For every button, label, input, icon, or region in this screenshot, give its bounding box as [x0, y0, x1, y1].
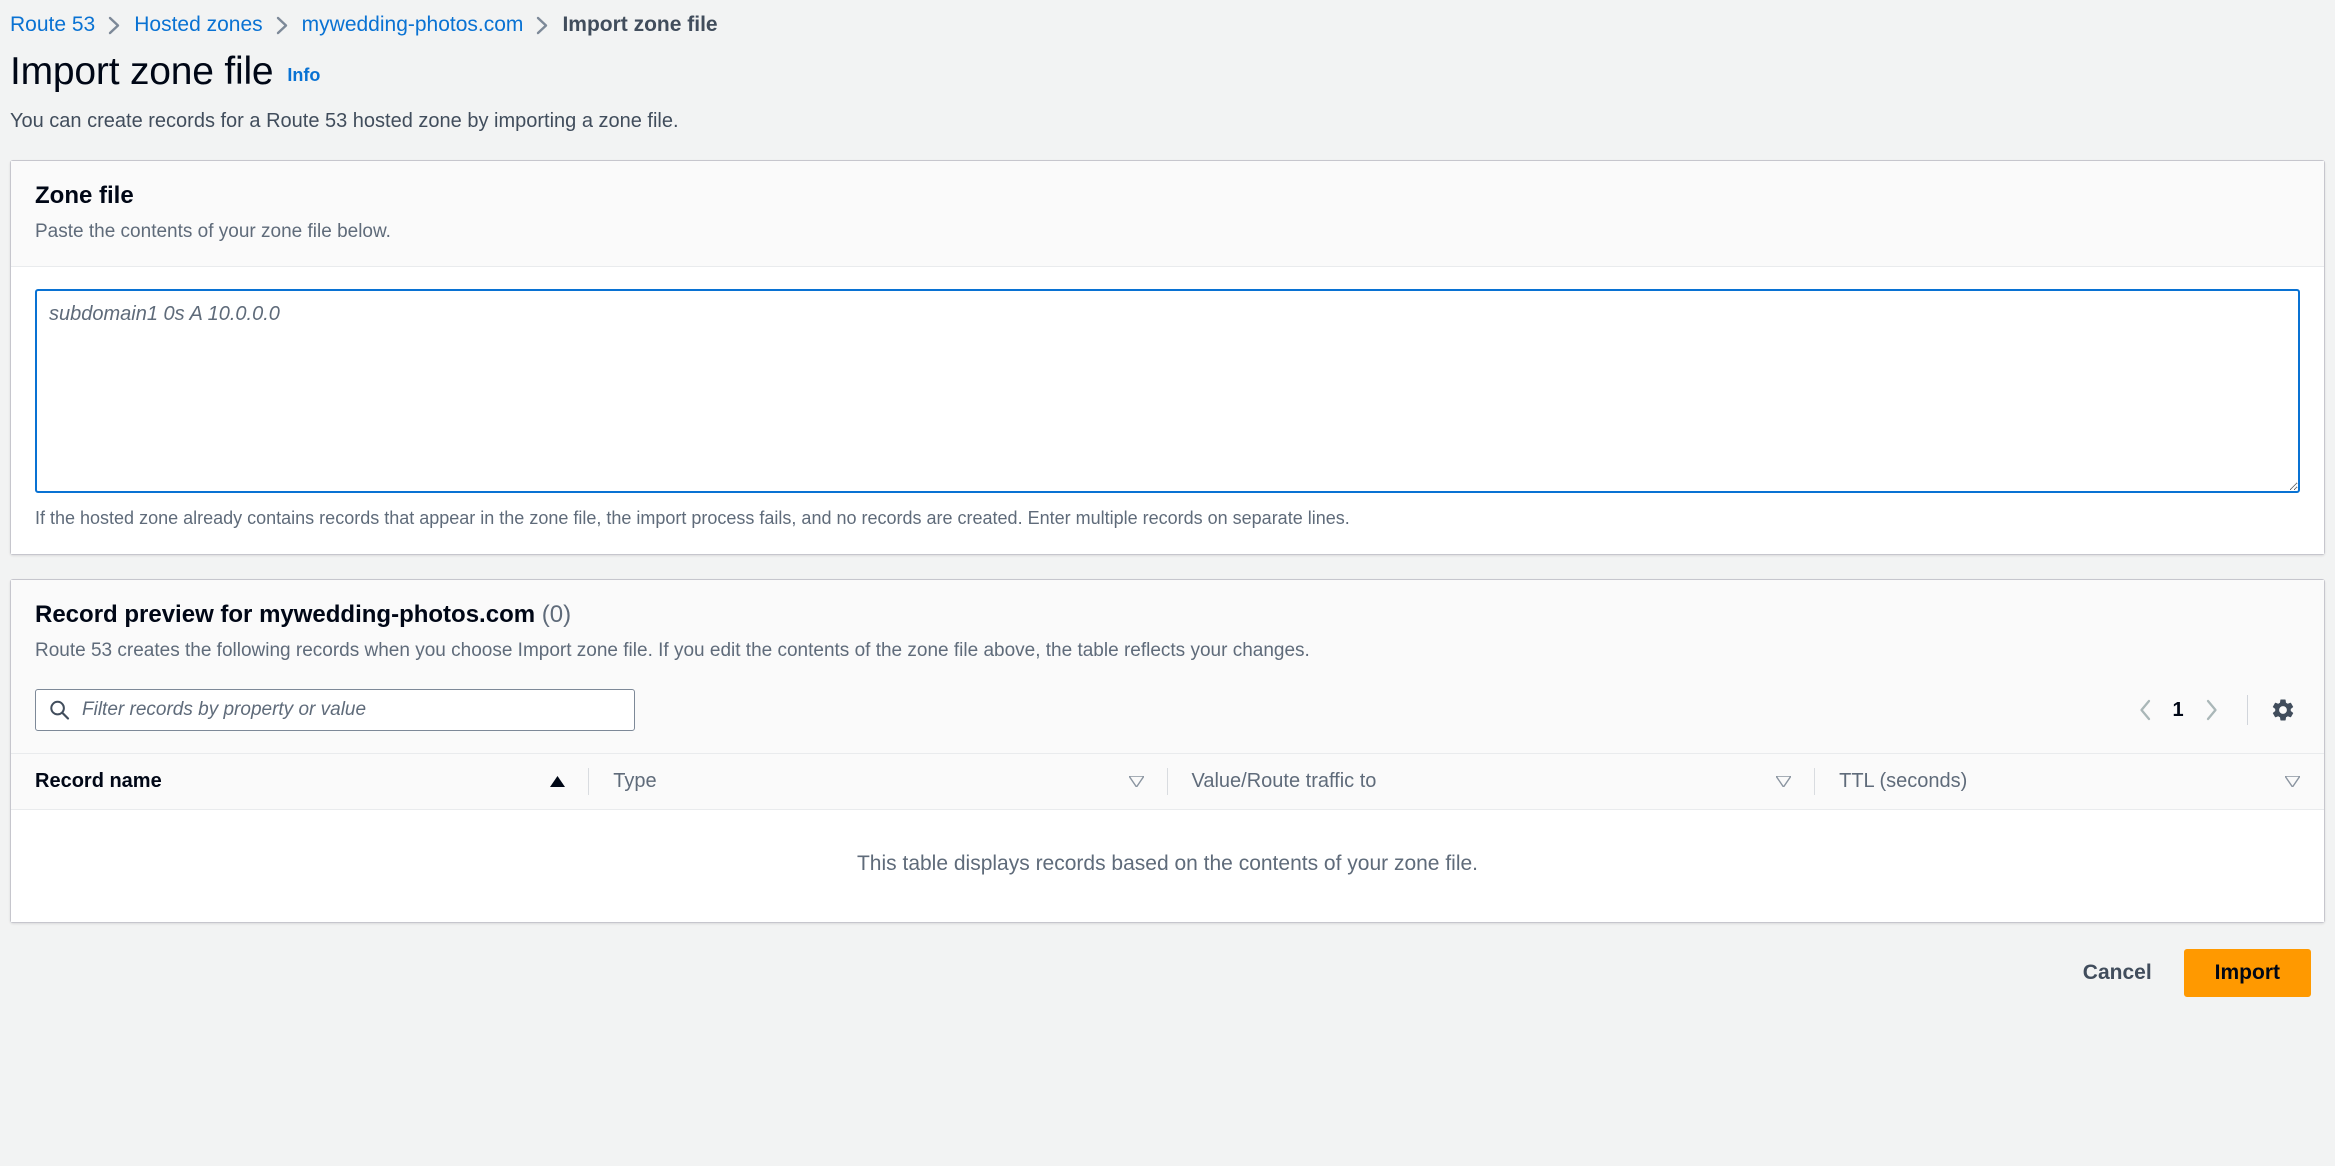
- record-preview-subtitle: Route 53 creates the following records w…: [35, 639, 1310, 661]
- sort-descending-icon: [1774, 775, 1793, 789]
- breadcrumb-item-mywedding-photos[interactable]: mywedding-photos.com: [302, 13, 524, 37]
- zone-file-subtitle: Paste the contents of your zone file bel…: [35, 220, 391, 242]
- chevron-right-icon: [276, 16, 289, 35]
- chevron-right-icon: [108, 16, 121, 35]
- column-label-value-route-traffic-to: Value/Route traffic to: [1191, 770, 1377, 793]
- tools-divider: [2247, 695, 2248, 726]
- column-label-type: Type: [613, 770, 657, 793]
- breadcrumb-item-hosted-zones[interactable]: Hosted zones: [134, 13, 262, 37]
- page-header: Import zone file Info You can create rec…: [0, 36, 2335, 135]
- sort-descending-icon: [1127, 775, 1145, 789]
- record-preview-count: (0): [541, 600, 572, 628]
- zone-file-card-body: If the hosted zone already contains reco…: [11, 267, 2324, 554]
- chevron-left-icon[interactable]: [2127, 692, 2163, 728]
- gear-icon[interactable]: [2266, 693, 2300, 727]
- table-body: This table displays records based on the…: [11, 809, 2324, 923]
- table-header: Record name Type Value/Route traffic to …: [11, 753, 2324, 811]
- filter-records-input[interactable]: [35, 689, 635, 732]
- record-preview-card: Record preview for mywedding-photos.com …: [10, 578, 2325, 924]
- import-zone-file-page: Route 53 Hosted zones mywedding-photos.c…: [0, 0, 2335, 1166]
- breadcrumb-item-route-53[interactable]: Route 53: [10, 13, 95, 37]
- table-empty-state-row: This table displays records based on the…: [11, 809, 2324, 923]
- chevron-right-icon[interactable]: [2193, 692, 2229, 728]
- pagination-page-1[interactable]: 1: [2163, 699, 2193, 722]
- table-header-row: Record name Type Value/Route traffic to …: [11, 753, 2324, 811]
- import-button[interactable]: Import: [2183, 949, 2311, 998]
- zone-file-card-header: Zone file Paste the contents of your zon…: [11, 160, 2324, 268]
- sort-descending-icon: [2283, 775, 2302, 789]
- record-preview-card-header: Record preview for mywedding-photos.com …: [11, 579, 2324, 686]
- page-description: You can create records for a Route 53 ho…: [10, 109, 679, 132]
- column-label-ttl-seconds: TTL (seconds): [1839, 770, 1968, 793]
- pagination: 1: [2127, 692, 2229, 728]
- table-tools: 1: [11, 685, 2324, 754]
- info-link[interactable]: Info: [287, 65, 320, 86]
- cancel-button[interactable]: Cancel: [2061, 951, 2174, 995]
- breadcrumb: Route 53 Hosted zones mywedding-photos.c…: [0, 0, 2335, 36]
- chevron-right-icon: [536, 16, 549, 35]
- zone-file-title: Zone file: [35, 181, 134, 209]
- record-preview-title: Record preview for mywedding-photos.com …: [35, 600, 2300, 630]
- zone-file-hint: If the hosted zone already contains reco…: [35, 508, 1350, 529]
- column-label-record-name: Record name: [35, 770, 162, 793]
- column-header-ttl-seconds[interactable]: TTL (seconds): [1815, 753, 2324, 811]
- column-header-value-route-traffic-to[interactable]: Value/Route traffic to: [1167, 753, 1816, 811]
- zone-file-textarea[interactable]: [35, 289, 2300, 494]
- record-preview-title-text: Record preview for mywedding-photos.com: [35, 600, 536, 628]
- record-preview-table: Record name Type Value/Route traffic to …: [11, 753, 2324, 923]
- filter-records-wrapper: [35, 689, 635, 732]
- page-title: Import zone file: [10, 50, 274, 93]
- zone-file-card: Zone file Paste the contents of your zon…: [10, 159, 2325, 555]
- form-actions: Cancel Import: [0, 923, 2335, 998]
- table-empty-message: This table displays records based on the…: [11, 809, 2324, 923]
- sort-ascending-icon: [550, 776, 566, 788]
- column-header-type[interactable]: Type: [589, 753, 1168, 811]
- table-tools-right: 1: [2127, 692, 2300, 728]
- column-header-record-name[interactable]: Record name: [11, 753, 590, 811]
- breadcrumb-item-current: Import zone file: [562, 13, 718, 36]
